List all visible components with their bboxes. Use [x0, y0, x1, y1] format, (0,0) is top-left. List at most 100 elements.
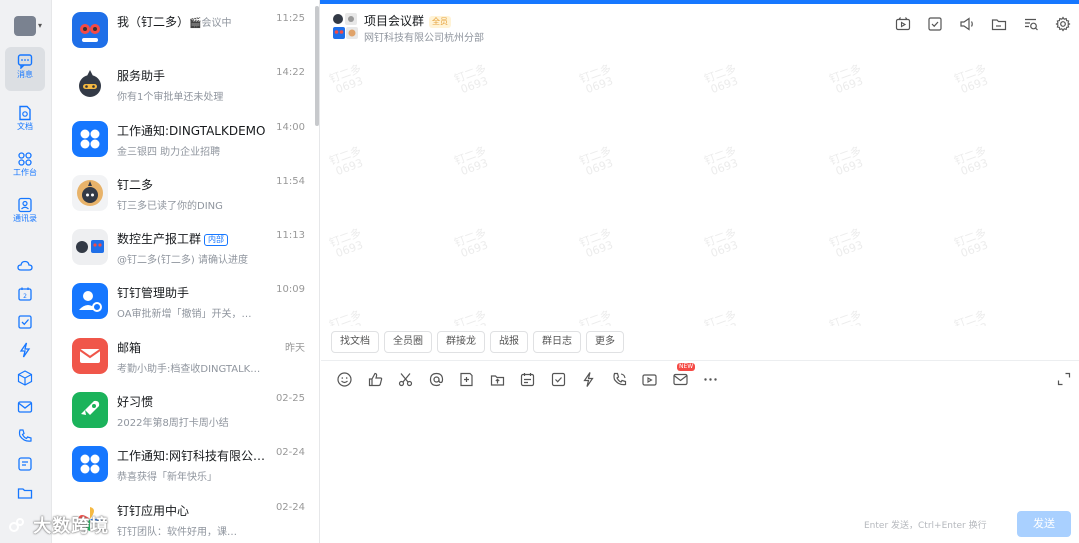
- chat-watermark: 钉二多0693: [453, 226, 492, 261]
- ding-icon[interactable]: [16, 341, 34, 359]
- announcement-icon[interactable]: [959, 16, 975, 32]
- group-avatar[interactable]: [331, 12, 359, 40]
- conversation-item[interactable]: 邮箱 昨天 考勤小助手:档查收DINGTALK…: [53, 326, 319, 380]
- battle-report-button[interactable]: 战报: [490, 331, 528, 353]
- mail-icon[interactable]: [672, 371, 689, 388]
- nav-label: 工作台: [13, 168, 37, 177]
- document-icon: [19, 105, 31, 121]
- group-log-button[interactable]: 群日志: [533, 331, 581, 353]
- send-button[interactable]: 发送: [1017, 511, 1071, 537]
- conversation-name: 数控生产报工群 内部: [117, 230, 277, 247]
- group-relay-button[interactable]: 群接龙: [437, 331, 485, 353]
- conversation-time: 11:54: [276, 175, 305, 187]
- nav-rail: ▾ 消息 文档 工作台 通讯录 2: [0, 0, 52, 543]
- conversation-item[interactable]: 钉二多 11:54 钉三多已读了你的DING: [53, 163, 319, 217]
- conversation-time: 14:22: [276, 67, 305, 79]
- todo-icon[interactable]: [16, 313, 34, 331]
- chat-title[interactable]: 项目会议群 全员: [364, 12, 452, 29]
- note-icon[interactable]: [16, 455, 34, 473]
- emoji-icon[interactable]: [336, 371, 353, 388]
- cloud-icon[interactable]: [16, 257, 34, 275]
- mention-icon[interactable]: [428, 371, 445, 388]
- contacts-icon: [18, 197, 32, 213]
- scissors-icon[interactable]: [397, 371, 414, 388]
- conversation-time: 昨天: [285, 342, 305, 354]
- group-files-icon[interactable]: [991, 16, 1007, 32]
- conversation-name: 钉钉管理助手: [117, 284, 277, 301]
- chat-watermark: 钉二多0693: [578, 308, 617, 326]
- upload-file-icon[interactable]: [489, 371, 506, 388]
- conversation-name: 邮箱: [117, 339, 277, 356]
- rocket-icon: [72, 392, 108, 429]
- chat-watermark: 钉二多0693: [828, 62, 867, 97]
- avatar-image: [72, 174, 108, 211]
- internal-tag: 内部: [204, 234, 229, 247]
- new-badge: NEW: [677, 363, 696, 371]
- conversation-name-text: 钉钉应用中心: [117, 503, 190, 518]
- cube-icon[interactable]: [16, 369, 34, 387]
- settings-gear-icon[interactable]: [1055, 16, 1071, 32]
- conversation-preview: 钉三多已读了你的DING: [117, 200, 223, 212]
- chat-watermark: 钉二多0693: [578, 226, 617, 261]
- conversation-item[interactable]: 钉钉管理助手 10:09 OA审批新增「撤销」开关，…: [53, 271, 319, 325]
- conversation-item[interactable]: 工作通知:DINGTALKDEMO 14:00 金三银四 助力企业招聘: [53, 109, 319, 163]
- chat-watermark: 钉二多0693: [328, 144, 367, 179]
- avatar-image: [72, 229, 108, 266]
- dots-icon: [72, 446, 108, 483]
- search-history-icon[interactable]: [1023, 16, 1039, 32]
- conversation-time: 10:09: [276, 284, 305, 296]
- chat-watermark: 钉二多0693: [328, 308, 367, 326]
- dingtalk-window: ▾ 消息 文档 工作台 通讯录 2 我（钉二多）🎬会议中 11:25 服务助手 14:…: [0, 0, 1079, 543]
- org-switcher-icon[interactable]: [14, 16, 36, 36]
- conversation-name-text: 好习惯: [117, 395, 154, 410]
- conversation-preview: 你有1个审批单还未处理: [117, 92, 224, 104]
- conversation-name: 钉二多: [117, 176, 277, 193]
- nav-item-message[interactable]: 消息: [5, 47, 45, 91]
- conversation-preview: 2022年第8周打卡周小结: [117, 418, 229, 430]
- conversation-avatar: [72, 229, 108, 266]
- live-stream-icon[interactable]: [641, 371, 658, 388]
- watermark-logo-icon: [9, 518, 24, 532]
- conversation-name-text: 钉钉管理助手: [117, 286, 190, 301]
- svg-text:2: 2: [23, 293, 27, 300]
- conversation-time: 11:13: [276, 230, 305, 242]
- conversation-item[interactable]: 好习惯 02-25 2022年第8周打卡周小结: [53, 380, 319, 434]
- nav-item-workbench[interactable]: 工作台: [5, 145, 45, 189]
- video-meeting-icon[interactable]: [895, 16, 911, 32]
- voice-call-icon[interactable]: [611, 371, 628, 388]
- message-area[interactable]: 钉二多 0693 钉二多 0693 钉二多 0693 钉二多 0693 钉二多 0693 钉二多 06…: [321, 48, 1079, 326]
- conversation-avatar: [72, 12, 108, 48]
- send-hint: Enter 发送，Ctrl+Enter 换行: [864, 521, 987, 531]
- schedule-icon[interactable]: [519, 371, 536, 388]
- conversation-item[interactable]: 数控生产报工群 内部 11:13 @钉二多(钉二多) 请确认进度: [53, 217, 319, 271]
- expand-icon[interactable]: [1057, 372, 1071, 386]
- phone-icon[interactable]: [16, 427, 34, 445]
- calendar-icon[interactable]: 2: [16, 285, 34, 303]
- folder-icon[interactable]: [16, 484, 34, 502]
- more-ellipsis-icon[interactable]: [702, 371, 719, 388]
- conversation-avatar: [72, 174, 108, 211]
- chat-watermark: 钉二多0693: [578, 144, 617, 179]
- conversation-time: 14:00: [276, 121, 305, 133]
- nav-item-docs[interactable]: 文档: [5, 99, 45, 143]
- ding-lightning-icon[interactable]: [580, 371, 597, 388]
- chat-subtitle: 网钉科技有限公司杭州分部: [364, 33, 484, 44]
- conversation-name: 工作通知:网钉科技有限公…: [117, 447, 277, 464]
- more-button[interactable]: 更多: [586, 331, 624, 353]
- thumbs-up-icon[interactable]: [367, 371, 384, 388]
- mail-icon[interactable]: [16, 398, 34, 416]
- todo-check-icon[interactable]: [927, 16, 943, 32]
- conversation-item[interactable]: 服务助手 14:22 你有1个审批单还未处理: [53, 54, 319, 108]
- conversation-item[interactable]: 工作通知:网钉科技有限公… 02-24 恭喜获得「新年快乐」: [53, 434, 319, 488]
- find-docs-button[interactable]: 找文档: [331, 331, 379, 353]
- conversation-preview: 恭喜获得「新年快乐」: [117, 472, 217, 484]
- all-staff-circle-button[interactable]: 全员圈: [384, 331, 432, 353]
- dots-icon: [72, 120, 108, 157]
- conversation-scrollbar[interactable]: [315, 6, 319, 126]
- chat-watermark: 钉二多0693: [703, 308, 742, 326]
- nav-item-contacts[interactable]: 通讯录: [5, 191, 45, 235]
- add-note-icon[interactable]: [458, 371, 475, 388]
- chevron-down-icon[interactable]: ▾: [38, 21, 42, 30]
- task-check-icon[interactable]: [550, 371, 567, 388]
- conversation-item[interactable]: 我（钉二多）🎬会议中 11:25: [53, 0, 319, 54]
